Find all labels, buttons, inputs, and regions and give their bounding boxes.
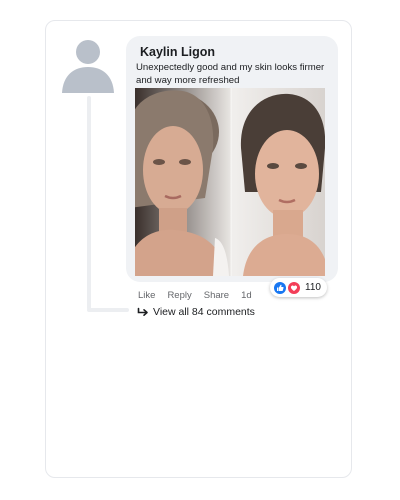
thread-line-branch [87,308,129,312]
comment-text: Unexpectedly good and my skin looks firm… [136,62,325,86]
avatar-silhouette-icon [62,40,114,93]
thread-line [87,96,91,310]
love-icon [288,281,300,294]
reaction-count: 110 [305,282,321,293]
reaction-summary[interactable]: 110 [270,278,327,297]
avatar[interactable] [60,35,116,95]
reply-button[interactable]: Reply [167,290,191,301]
reply-arrow-icon [137,307,148,316]
comment-timestamp: 1d [241,290,252,301]
before-after-photo [135,88,325,276]
share-button[interactable]: Share [204,290,229,301]
comment-author[interactable]: Kaylin Ligon [140,45,215,59]
view-all-comments-label: View all 84 comments [153,306,255,318]
view-all-comments-link[interactable]: View all 84 comments [137,306,255,318]
like-icon [274,281,286,294]
comment-actions: Like Reply Share 1d [138,290,252,301]
comment-photo[interactable] [135,88,325,276]
like-button[interactable]: Like [138,290,155,301]
